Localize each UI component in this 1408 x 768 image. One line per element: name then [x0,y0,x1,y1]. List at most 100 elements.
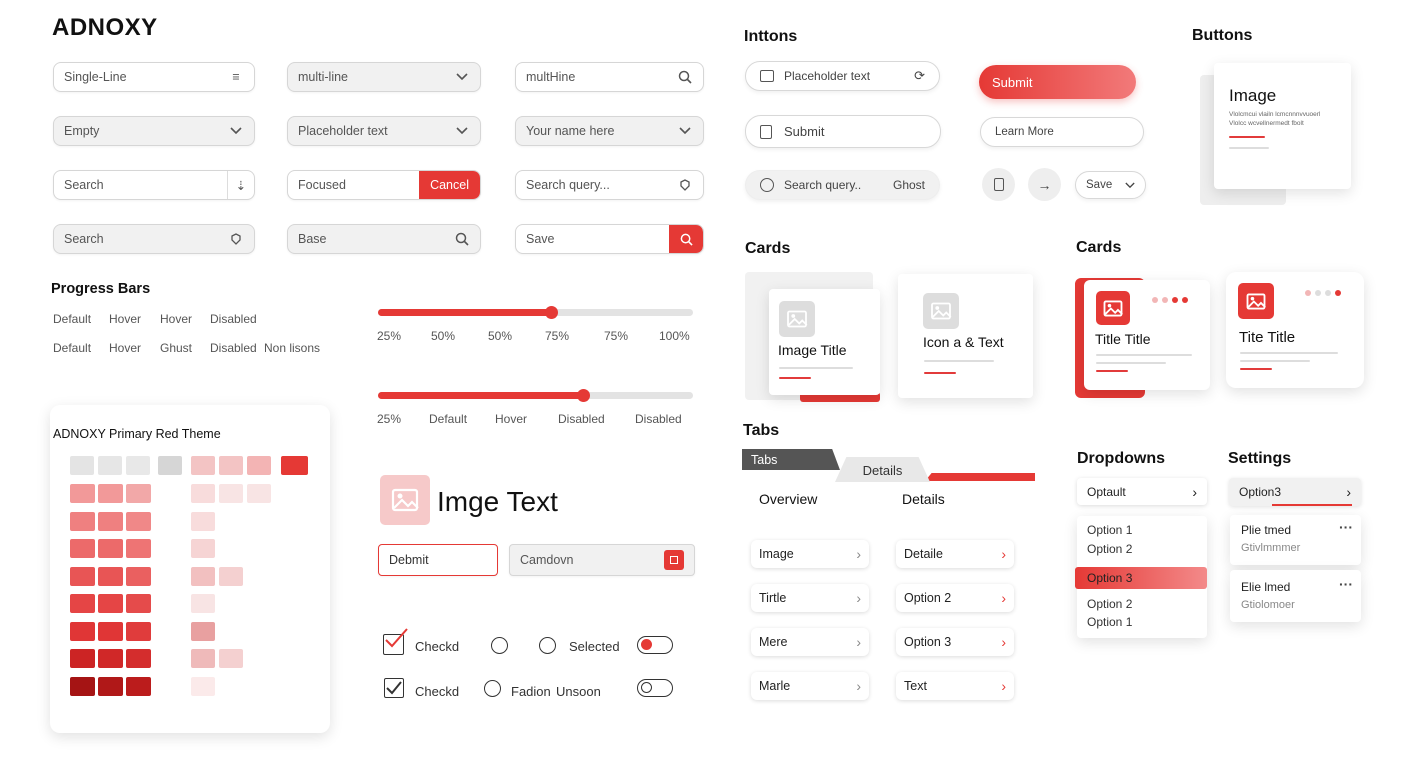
search-input-gray[interactable]: Search [53,224,255,254]
slider-handle[interactable] [576,389,590,402]
color-swatch[interactable] [98,484,123,503]
color-swatch[interactable] [70,566,95,586]
color-swatch[interactable] [70,539,95,558]
tab-list-item[interactable]: Image › [751,540,869,568]
color-swatch[interactable] [219,649,243,668]
arrow-down-icon[interactable]: ⇣ [228,177,254,193]
color-swatch[interactable] [70,484,95,503]
clipboard-icon-button[interactable] [982,168,1015,201]
color-swatch[interactable] [126,676,151,696]
multhine-search-input[interactable]: multHine [515,62,704,92]
color-swatch[interactable] [247,456,271,475]
color-swatch[interactable] [191,484,215,503]
slider-handle[interactable] [545,306,559,319]
title-card-1[interactable]: Title Title [1084,280,1210,390]
search-icon[interactable] [454,231,470,247]
name-select[interactable]: Your name here [515,116,704,146]
color-swatch[interactable] [191,539,215,558]
radio-button[interactable] [539,637,556,654]
learn-more-button[interactable]: Learn More [980,117,1144,147]
color-swatch[interactable] [191,594,215,613]
save-dropdown-button[interactable]: Save [1075,171,1146,199]
color-swatch[interactable] [126,566,151,586]
slider-track-1[interactable] [378,306,693,319]
tab-tabs-active[interactable]: Tabs [742,449,840,470]
color-swatch[interactable] [98,676,123,696]
image-title-card[interactable]: Image Title [769,289,880,395]
color-swatch[interactable] [191,676,215,696]
placeholder-button[interactable]: Placeholder text ⟳ [745,61,940,91]
color-swatch[interactable] [70,649,95,668]
icon-text-card[interactable]: Icon a & Text [898,274,1033,398]
toggle-switch-on[interactable] [637,636,673,654]
tab-list-item[interactable]: Tirtle › [751,584,869,612]
color-swatch[interactable] [70,456,94,475]
radio-button[interactable] [484,680,501,697]
checkbox-checked[interactable] [384,678,404,698]
dropdown-option[interactable]: Option 2 [1087,597,1132,611]
search-stepper-input[interactable]: Search ⇣ [53,170,255,200]
color-swatch[interactable] [191,511,215,531]
debmit-input[interactable]: Debmit [378,544,498,576]
color-swatch[interactable] [126,621,151,641]
tab-details[interactable]: Details [835,457,930,482]
dropdown-option[interactable]: Option 2 [1087,542,1132,556]
settings-item[interactable]: Plie tmed Gtivlmmmer ··· [1230,515,1361,565]
slider-track-2[interactable] [378,389,693,402]
base-search-input[interactable]: Base [287,224,481,254]
color-swatch[interactable] [219,484,243,503]
color-swatch[interactable] [191,456,215,475]
placeholder-select[interactable]: Placeholder text [287,116,481,146]
color-swatch[interactable] [98,511,123,531]
more-icon[interactable]: ··· [1339,576,1353,592]
color-swatch[interactable] [219,456,243,475]
radio-button[interactable] [491,637,508,654]
tab-list-item[interactable]: Option 3 › [896,628,1014,656]
color-swatch[interactable] [191,621,215,641]
color-swatch[interactable] [70,621,95,641]
color-swatch[interactable] [219,566,243,586]
color-swatch[interactable] [98,566,123,586]
toggle-switch-off[interactable] [637,679,673,697]
cancel-button[interactable]: Cancel [419,171,480,199]
color-swatch[interactable] [70,676,95,696]
search-icon[interactable] [677,69,693,85]
search-query-input[interactable]: Search query... [515,170,704,200]
checkbox-checked[interactable] [383,628,408,655]
single-line-input[interactable]: Single-Line ≡ [53,62,255,92]
camdovn-input[interactable]: Camdovn [509,544,695,576]
settings-select[interactable]: Option3 › [1229,478,1361,506]
submit-outline-button[interactable]: Submit [745,115,941,148]
stop-icon[interactable] [664,550,684,570]
color-swatch[interactable] [98,621,123,641]
tab-list-item[interactable]: Marle › [751,672,869,700]
color-swatch[interactable] [98,539,123,558]
color-swatch[interactable] [98,594,123,613]
dropdown-option[interactable]: Option 1 [1087,615,1132,629]
color-swatch[interactable] [158,456,182,475]
title-card-2[interactable]: Tite Title [1226,272,1364,388]
color-swatch[interactable] [70,511,95,531]
color-swatch[interactable] [126,649,151,668]
dropdown-select[interactable]: Optault › [1077,478,1207,505]
tab-list-item[interactable]: Option 2 › [896,584,1014,612]
dropdown-option-selected[interactable]: Option 3 [1075,567,1207,589]
tab-list-item[interactable]: Detaile › [896,540,1014,568]
color-swatch[interactable] [70,594,95,613]
dropdown-option[interactable]: Option 1 [1087,523,1132,537]
tab-list-item[interactable]: Text › [896,672,1014,700]
more-icon[interactable]: ··· [1339,519,1353,535]
arrow-right-icon-button[interactable]: → [1028,168,1061,201]
focused-input[interactable]: Focused Cancel [287,170,481,200]
color-swatch[interactable] [191,649,215,668]
save-search-input[interactable]: Save [515,224,704,254]
search-ghost-button[interactable]: Search query.. Ghost [745,170,940,200]
search-button[interactable] [669,225,703,253]
color-swatch[interactable] [191,566,215,586]
color-swatch[interactable] [126,456,150,475]
empty-select[interactable]: Empty [53,116,255,146]
color-swatch[interactable] [98,456,122,475]
color-swatch[interactable] [126,511,151,531]
color-swatch[interactable] [281,456,308,475]
color-swatch[interactable] [126,594,151,613]
